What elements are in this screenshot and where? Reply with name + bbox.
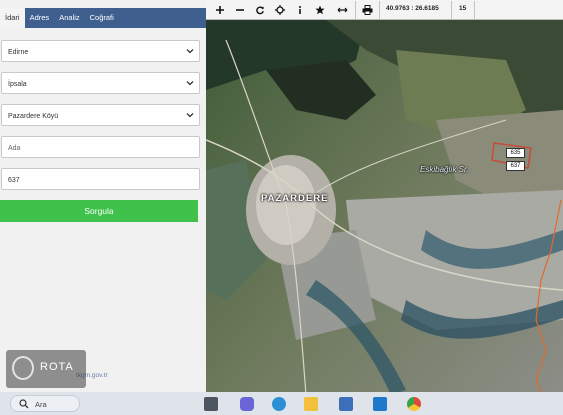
tab-cografi[interactable]: Coğrafi — [85, 8, 119, 28]
satellite-map[interactable]: PAZARDERE Eskibağlık Sr. 635 637 — [206, 0, 563, 415]
mahalle-select[interactable]: Pazardere Köyü — [1, 104, 200, 126]
satellite-imagery — [206, 0, 563, 415]
star-icon[interactable] — [312, 2, 328, 18]
il-select[interactable]: Edirne — [1, 40, 200, 62]
parsel-input-value: 637 — [8, 177, 20, 184]
ada-input[interactable]: Ada — [1, 136, 200, 158]
chrome-icon[interactable] — [407, 397, 421, 411]
info-icon[interactable] — [292, 2, 308, 18]
zoom-in-icon[interactable] — [212, 2, 228, 18]
mail-icon[interactable] — [373, 397, 387, 411]
chevron-down-icon — [186, 49, 194, 54]
tab-bar: İdari Adres Analiz Coğrafi — [0, 8, 206, 28]
ilce-select[interactable]: İpsala — [1, 72, 200, 94]
rota-logo-mark — [12, 356, 34, 380]
refresh-icon[interactable] — [252, 2, 268, 18]
toolbar-divider — [474, 1, 475, 19]
rota-logo: ROTA — [6, 350, 86, 388]
task-view-icon[interactable] — [204, 397, 218, 411]
locate-icon[interactable] — [272, 2, 288, 18]
map-toolbar: 40.9763 : 26.6185 15 — [206, 0, 563, 20]
zoom-out-icon[interactable] — [232, 2, 248, 18]
zoom-level: 15 — [459, 5, 467, 12]
mahalle-select-value: Pazardere Köyü — [8, 113, 59, 120]
search-icon — [19, 399, 29, 409]
measure-icon[interactable] — [334, 2, 350, 18]
il-select-value: Edirne — [8, 49, 29, 56]
coordinate-readout: 40.9763 : 26.6185 — [386, 5, 439, 12]
parcel-tag-635[interactable]: 635 — [506, 148, 525, 158]
edge-icon[interactable] — [272, 397, 286, 411]
ada-input-placeholder: Ada — [8, 145, 21, 152]
area-label: Eskibağlık Sr. — [420, 165, 469, 174]
taskbar-search[interactable]: Ara — [10, 395, 80, 412]
parcel-tag-637[interactable]: 637 — [506, 161, 525, 171]
toolbar-divider — [355, 1, 356, 19]
chat-icon[interactable] — [240, 397, 254, 411]
tab-adres[interactable]: Adres — [25, 8, 55, 28]
toolbar-divider — [451, 1, 452, 19]
village-label: PAZARDERE — [261, 193, 329, 204]
rota-logo-text: ROTA — [40, 361, 74, 373]
print-icon[interactable] — [359, 2, 375, 18]
chevron-down-icon — [186, 81, 194, 86]
chevron-down-icon — [186, 113, 194, 118]
os-taskbar: Ara — [0, 392, 563, 415]
file-explorer-icon[interactable] — [304, 397, 318, 411]
sorgula-button[interactable]: Sorgula — [0, 200, 198, 222]
toolbar-divider — [379, 1, 380, 19]
parsel-input[interactable]: 637 — [1, 168, 200, 190]
ilce-select-value: İpsala — [8, 81, 27, 88]
query-panel: İdari Adres Analiz Coğrafi Edirne İpsala… — [0, 0, 206, 415]
tab-idari[interactable]: İdari — [0, 8, 25, 28]
taskbar-search-label: Ara — [35, 400, 47, 409]
tab-analiz[interactable]: Analiz — [54, 8, 84, 28]
store-icon[interactable] — [339, 397, 353, 411]
